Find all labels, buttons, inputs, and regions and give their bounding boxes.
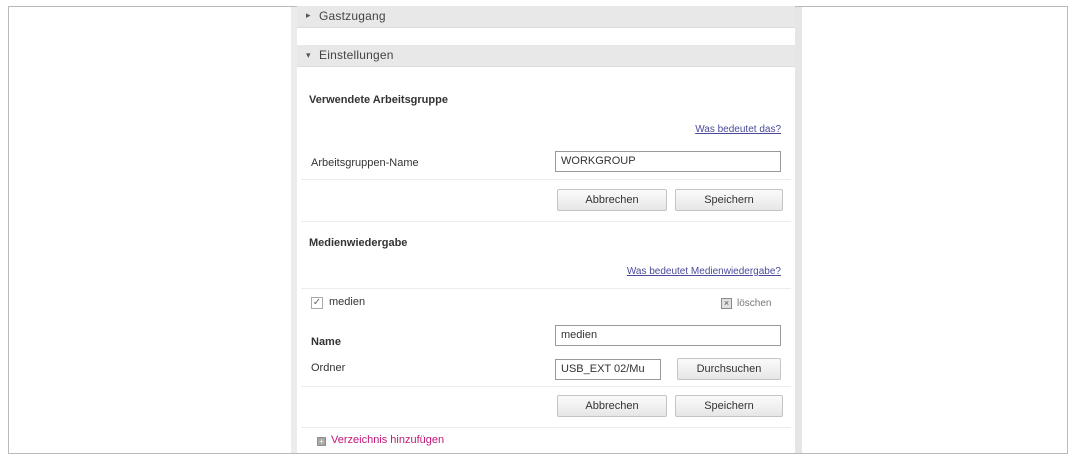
divider [301,427,791,428]
workgroup-name-label: Arbeitsgruppen-Name [311,157,419,169]
right-column-rule [795,7,802,453]
expand-arrow-icon: ▸ [306,10,311,20]
media-share-checkbox[interactable]: ✓ [311,297,323,309]
media-name-input[interactable]: medien [555,325,781,346]
media-help-link[interactable]: Was bedeutet Medienwiedergabe? [627,266,781,277]
workgroup-cancel-button[interactable]: Abbrechen [557,189,667,211]
collapse-arrow-icon: ▾ [306,50,311,60]
section-settings[interactable]: ▾ Einstellungen [297,45,795,67]
media-save-button[interactable]: Speichern [675,395,783,417]
media-folder-label: Ordner [311,362,346,374]
page-frame: ▸ Gastzugang ▾ Einstellungen Verwendete … [8,6,1068,454]
section-guest-access[interactable]: ▸ Gastzugang [297,6,795,28]
media-folder-input[interactable]: USB_EXT 02/Mu [555,359,661,380]
delete-icon[interactable]: × [721,298,732,309]
add-icon[interactable]: + [317,437,326,446]
section-title-settings: Einstellungen [319,48,394,62]
workgroup-save-button[interactable]: Speichern [675,189,783,211]
media-cancel-button[interactable]: Abbrechen [557,395,667,417]
settings-panel: ▸ Gastzugang ▾ Einstellungen Verwendete … [297,6,795,453]
workgroup-name-input[interactable]: WORKGROUP [555,151,781,172]
browse-button[interactable]: Durchsuchen [677,358,781,380]
delete-label[interactable]: löschen [737,298,771,309]
media-share-name: medien [329,296,366,308]
media-heading: Medienwiedergabe [309,237,408,249]
workgroup-help-link[interactable]: Was bedeutet das? [695,124,781,135]
add-directory-link[interactable]: Verzeichnis hinzufügen [331,434,444,446]
divider [301,386,791,387]
workgroup-heading: Verwendete Arbeitsgruppe [309,94,448,106]
section-title-guest-access: Gastzugang [319,9,386,23]
divider [301,288,791,289]
media-name-label: Name [311,336,341,348]
divider [301,179,791,180]
divider [301,221,791,222]
